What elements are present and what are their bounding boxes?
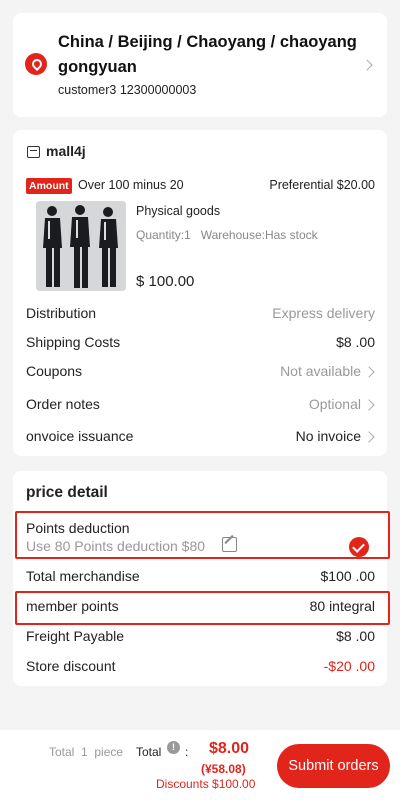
chevron-right-icon xyxy=(363,366,375,378)
chevron-right-icon xyxy=(363,431,375,443)
coupons-row[interactable]: Coupons Not available xyxy=(26,363,375,383)
row-label: Total merchandise xyxy=(26,568,140,584)
row-label: member points xyxy=(26,598,119,614)
row-label: Store discount xyxy=(26,658,116,674)
total-colon: : xyxy=(185,745,189,759)
row-label: onvoice issuance xyxy=(26,428,134,444)
invoice-row[interactable]: onvoice issuance No invoice xyxy=(26,428,375,448)
shop-icon xyxy=(27,146,40,158)
row-value: $100 .00 xyxy=(320,568,376,584)
row-value: Express delivery xyxy=(272,305,375,321)
row-value: $8 .00 xyxy=(336,334,375,350)
order-notes-row[interactable]: Order notes Optional xyxy=(26,396,375,416)
row-value: No invoice xyxy=(295,428,361,444)
product-price: $ 100.00 xyxy=(136,273,195,290)
row-label: Distribution xyxy=(26,305,97,321)
row-value: Not available xyxy=(280,363,361,379)
total-label: Total xyxy=(136,745,162,759)
product-meta: Quantity:1 Warehouse:Has stock xyxy=(136,228,318,242)
discounts-amount: Discounts $100.00 xyxy=(156,777,256,791)
info-icon[interactable]: ! xyxy=(167,741,180,754)
footer-bar: Total 1 piece Total ! : $8.00 (¥58.08) D… xyxy=(0,730,400,800)
points-deduction-sub: Use 80 Points deduction $80 xyxy=(26,538,206,554)
location-pin-icon xyxy=(25,53,47,75)
row-label: Coupons xyxy=(26,363,83,379)
row-label: Shipping Costs xyxy=(26,334,121,350)
edit-icon[interactable] xyxy=(222,537,237,552)
row-value: Optional xyxy=(308,396,361,412)
shipping-costs-row: Shipping Costs $8 .00 xyxy=(26,334,375,354)
chevron-right-icon xyxy=(363,399,375,411)
freight-payable-row: Freight Payable $8 .00 xyxy=(26,628,375,648)
row-label: Order notes xyxy=(26,396,100,412)
total-amount-yen: (¥58.08) xyxy=(201,762,246,776)
points-deduction-label: Points deduction xyxy=(26,520,130,536)
store-discount-row: Store discount -$20 .00 xyxy=(26,658,375,678)
submit-orders-button[interactable]: Submit orders xyxy=(277,744,390,788)
total-count: Total 1 piece xyxy=(49,745,124,759)
product-title: Physical goods xyxy=(136,204,221,218)
row-label: Freight Payable xyxy=(26,628,125,644)
preferential-amount: Preferential $20.00 xyxy=(269,178,375,192)
promo-text: Over 100 minus 20 xyxy=(78,178,184,192)
row-value: 80 integral xyxy=(309,598,375,614)
row-value: -$20 .00 xyxy=(323,658,375,674)
price-detail-card: price detail Points deduction Use 80 Poi… xyxy=(13,471,390,686)
price-detail-title: price detail xyxy=(26,484,108,501)
order-card: mall4j Amount Over 100 minus 20 Preferen… xyxy=(13,130,387,456)
total-amount: $8.00 xyxy=(209,740,250,757)
promo-badge: Amount xyxy=(26,178,72,194)
distribution-row: Distribution Express delivery xyxy=(26,305,375,325)
shop-name: mall4j xyxy=(46,143,86,159)
address-card[interactable]: China / Beijing / Chaoyang / chaoyanggon… xyxy=(13,13,387,117)
row-value: $8 .00 xyxy=(336,628,375,644)
product-image[interactable] xyxy=(36,201,126,291)
chevron-right-icon xyxy=(361,59,373,71)
address-line: China / Beijing / Chaoyang / chaoyanggon… xyxy=(58,33,357,76)
check-icon[interactable] xyxy=(349,537,369,557)
address-contact: customer3 12300000003 xyxy=(58,83,197,97)
member-points-row: member points 80 integral xyxy=(26,598,375,618)
total-merchandise-row: Total merchandise $100 .00 xyxy=(26,568,375,588)
